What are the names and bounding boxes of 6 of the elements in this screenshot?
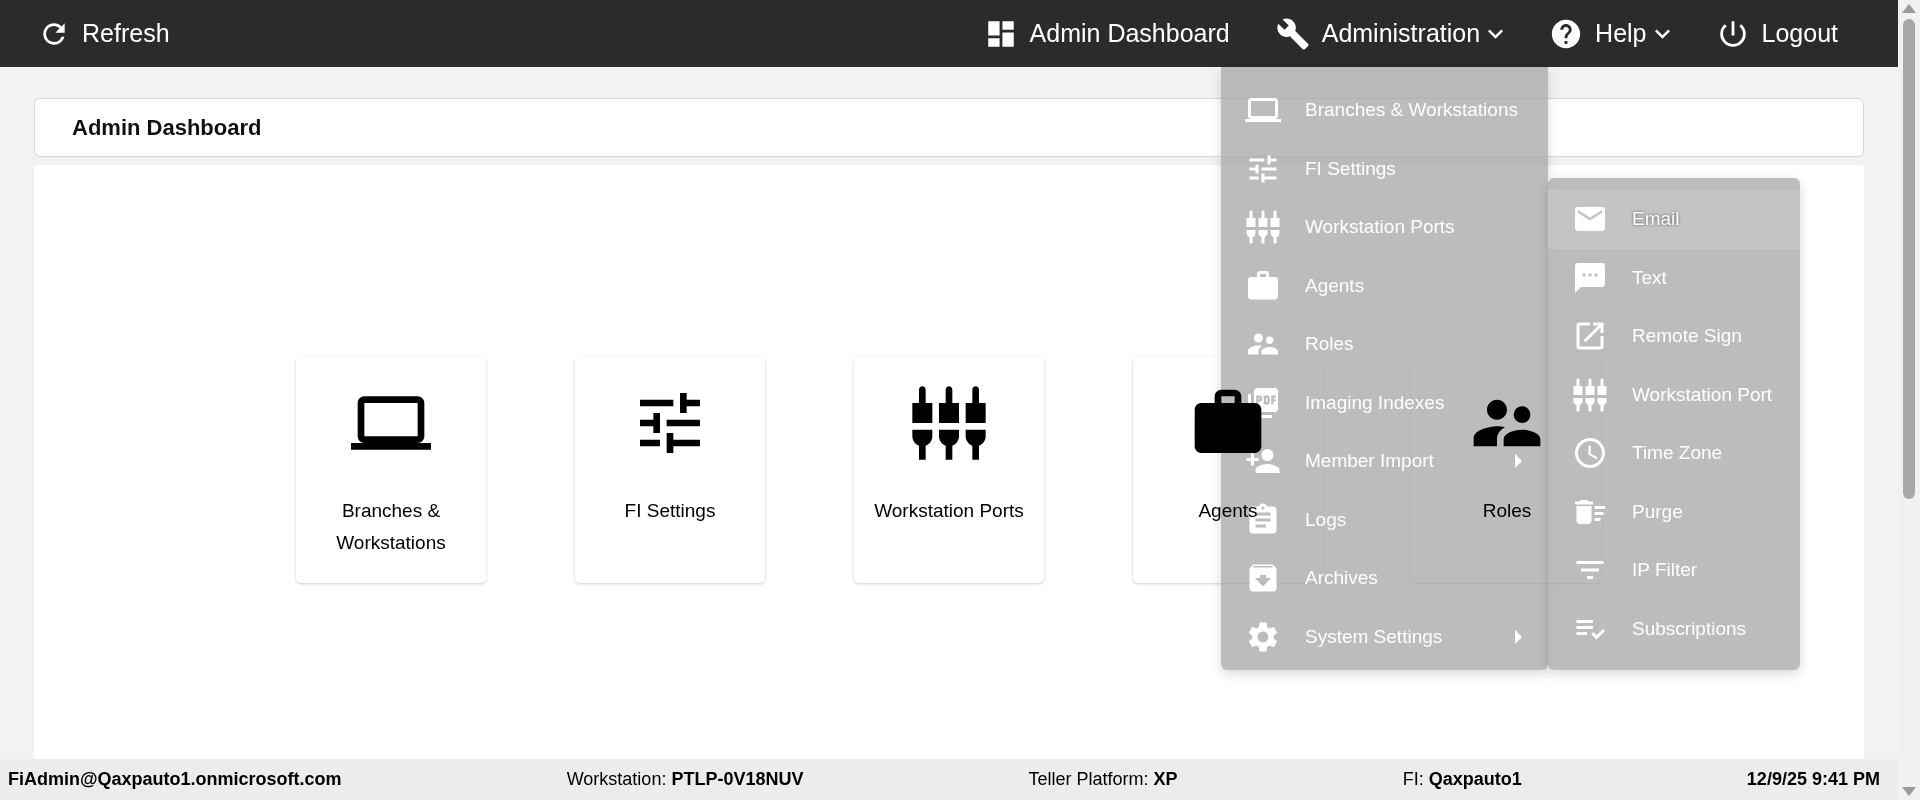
status-field: Teller Platform: XP [1028, 766, 1178, 793]
user-email: FiAdmin@Qaxpauto1.onmicrosoft.com [8, 768, 342, 791]
status-field: FI: Qaxpauto1 [1402, 766, 1522, 793]
date-time: 12/9/25 9:41 PM [1746, 768, 1880, 791]
page-title: Admin Dashboard [72, 114, 262, 142]
status-field: Workstation: PTLP-0V18NUV [566, 766, 804, 793]
